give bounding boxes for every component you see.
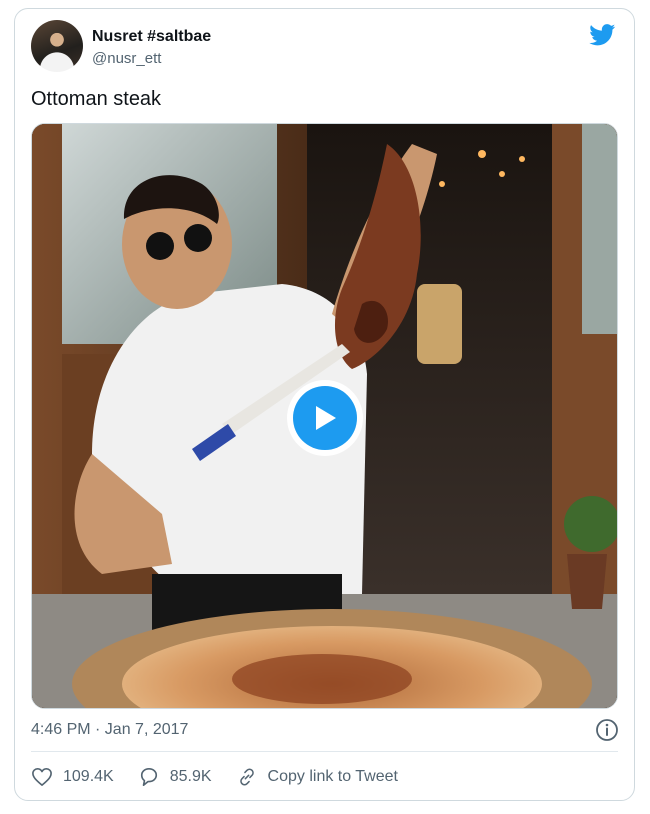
video-player[interactable] (31, 123, 618, 709)
play-icon[interactable] (293, 386, 357, 450)
author-name[interactable]: Nusret #saltbae (92, 28, 211, 46)
tweet-text: Ottoman steak (31, 88, 162, 110)
author-handle[interactable]: @nusr_ett (92, 50, 161, 67)
copy-link-button[interactable]: Copy link to Tweet (236, 767, 398, 787)
reply-bubble-icon (140, 768, 157, 786)
tweet-actions: 109.4K 85.9K Copy link to Tweet (31, 762, 422, 792)
reply-count: 85.9K (169, 768, 212, 785)
avatar[interactable] (31, 20, 83, 72)
like-count: 109.4K (63, 768, 114, 785)
tweet-timestamp[interactable]: 4:46 PM · Jan 7, 2017 (31, 721, 188, 739)
reply-button[interactable]: 85.9K (138, 767, 212, 787)
divider (31, 751, 618, 752)
info-icon[interactable] (595, 718, 619, 742)
twitter-bird-icon[interactable] (589, 24, 616, 46)
copy-link-label: Copy link to Tweet (267, 768, 398, 785)
play-button[interactable] (287, 380, 363, 456)
link-icon (239, 768, 254, 786)
heart-icon (32, 768, 52, 786)
like-button[interactable]: 109.4K (31, 767, 114, 787)
